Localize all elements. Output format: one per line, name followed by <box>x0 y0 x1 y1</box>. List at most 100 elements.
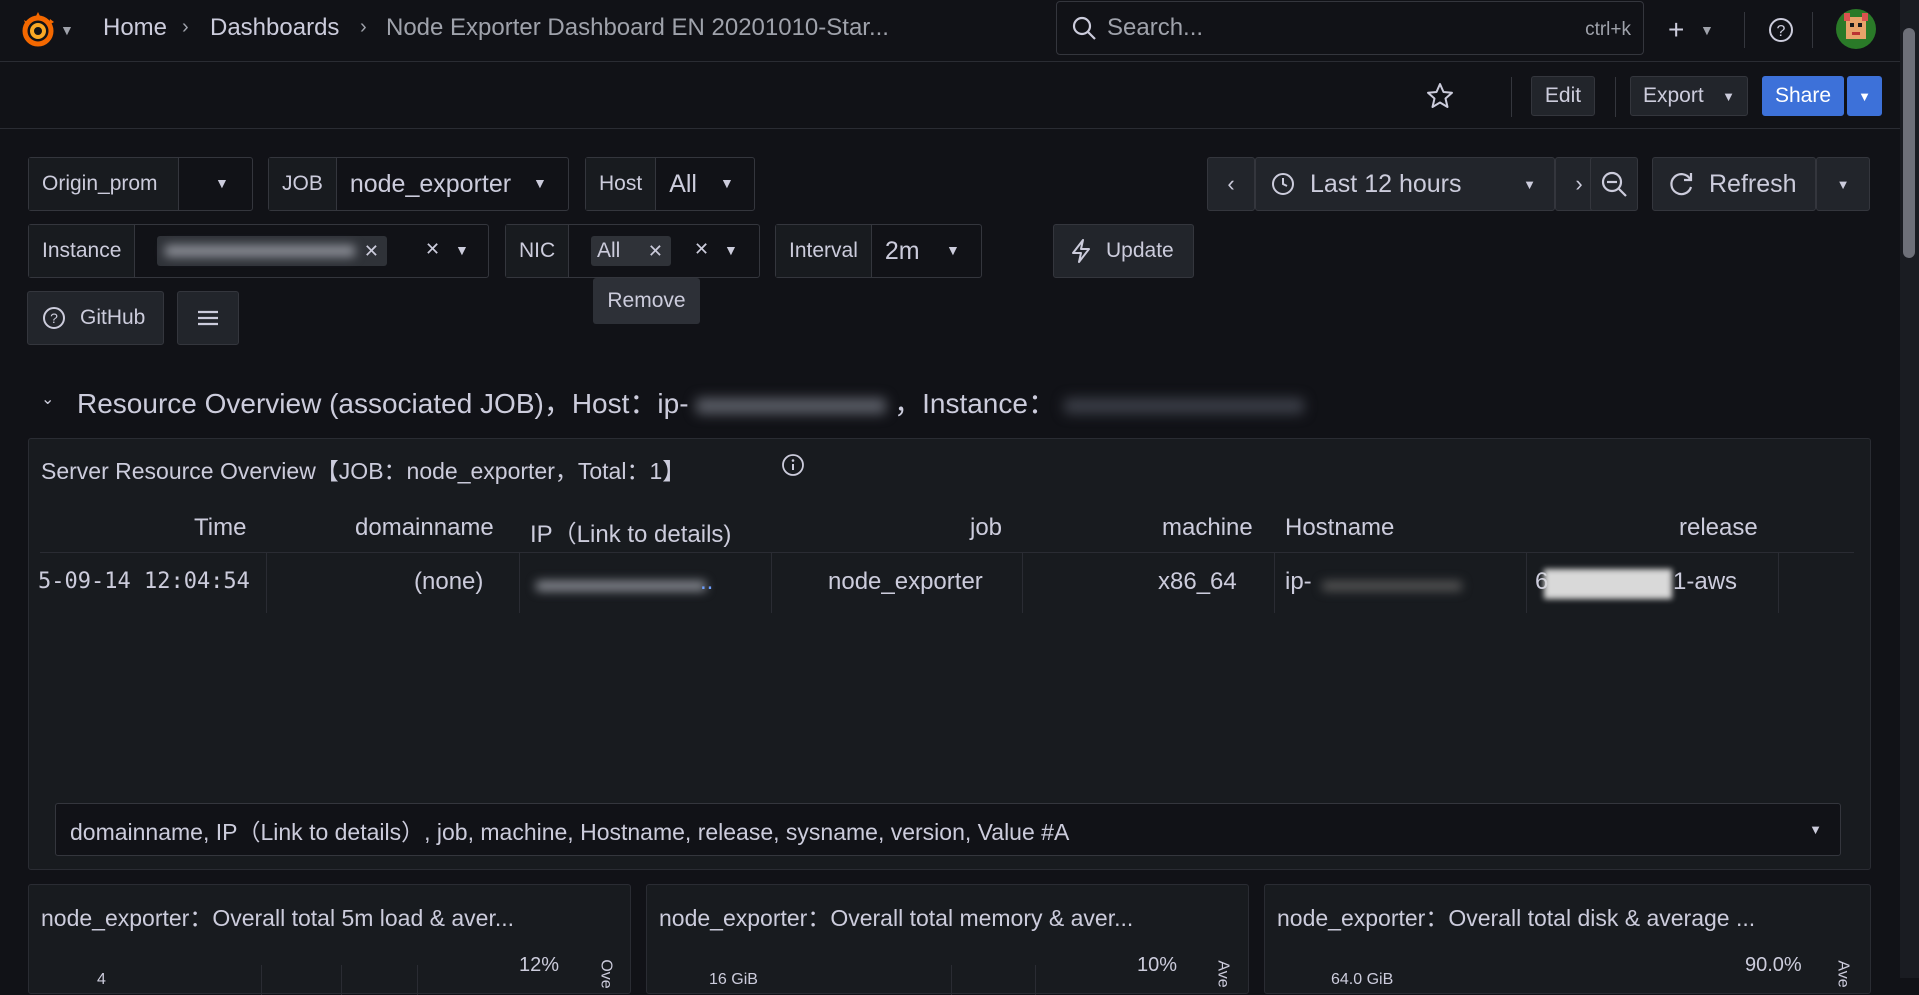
clear-icon[interactable]: ✕ <box>425 239 440 260</box>
search-input[interactable]: Search... ctrl+k <box>1056 1 1644 55</box>
refresh-button[interactable]: Refresh <box>1652 157 1816 211</box>
instance-label: Instance <box>29 225 136 277</box>
help-icon[interactable]: ? <box>1767 16 1795 44</box>
axis-label: Ave <box>1834 960 1852 988</box>
divider <box>266 553 267 613</box>
chevron-down-icon: ▼ <box>720 175 734 191</box>
row-title-instance: ，Instance： <box>894 388 1056 419</box>
job-value: node_exporter <box>349 169 512 198</box>
host-variable[interactable]: Host All ▼ <box>585 157 755 211</box>
axis-tick: 10% <box>1137 954 1178 976</box>
time-back-button[interactable]: ‹ <box>1207 157 1255 211</box>
host-label: Host <box>586 158 657 210</box>
chevron-down-icon: ▼ <box>724 242 738 258</box>
panel-title[interactable]: node_exporter：Overall total disk & avera… <box>1277 899 1755 933</box>
nic-variable[interactable]: NIC All ✕ ✕ ▼ <box>505 224 760 278</box>
job-variable[interactable]: JOB node_exporter ▼ <box>268 157 569 211</box>
axis-tick: 64.0 GiB <box>1331 971 1394 988</box>
interval-variable[interactable]: Interval 2m ▼ <box>775 224 982 278</box>
panel-title[interactable]: node_exporter：Overall total 5m load & av… <box>41 899 514 933</box>
github-label: GitHub <box>80 306 146 329</box>
search-placeholder: Search... <box>1107 14 1204 41</box>
axis-label: Ove <box>597 959 615 989</box>
panel-title[interactable]: node_exporter：Overall total memory & ave… <box>659 899 1133 933</box>
plus-icon[interactable]: + <box>1668 14 1684 46</box>
svg-text:?: ? <box>50 310 58 326</box>
share-button[interactable]: Share <box>1762 76 1844 116</box>
star-icon[interactable] <box>1425 81 1455 111</box>
axis-tick: 16 GiB <box>709 971 758 988</box>
time-range-picker[interactable]: Last 12 hours ▼ <box>1255 157 1555 211</box>
column-header-release[interactable]: release <box>1679 514 1758 542</box>
redacted-ip <box>536 581 706 591</box>
axis-label: Ave <box>1214 960 1232 988</box>
avatar[interactable] <box>1836 9 1876 49</box>
column-header-domainname[interactable]: domainname <box>355 514 494 542</box>
axis-tick: 4 <box>97 971 106 988</box>
column-header-hostname[interactable]: Hostname <box>1285 514 1394 542</box>
breadcrumb-separator-icon: › <box>360 16 367 38</box>
nic-chip: All ✕ <box>591 236 671 266</box>
dashboard-links-menu[interactable] <box>177 291 239 345</box>
redacted-host <box>696 397 887 414</box>
redacted-hostname <box>1322 581 1462 591</box>
datasource-value: Origin_prom <box>29 158 179 210</box>
edit-button[interactable]: Edit <box>1531 76 1595 116</box>
chevron-down-icon: ▼ <box>1809 822 1822 837</box>
chevron-down-icon[interactable]: ▼ <box>60 22 74 38</box>
zoom-out-button[interactable] <box>1590 157 1638 211</box>
instance-chip: ✕ <box>157 236 387 266</box>
scrollbar-thumb[interactable] <box>1903 28 1915 258</box>
search-icon <box>1072 16 1096 40</box>
breadcrumb-dashboards[interactable]: Dashboards <box>210 14 339 42</box>
instance-variable[interactable]: Instance ✕ ✕ ▼ <box>28 224 489 278</box>
refresh-icon <box>1670 173 1693 196</box>
zoom-out-icon <box>1601 171 1627 197</box>
divider <box>1526 553 1527 613</box>
dashboard-toolbar: Edit Export ▼ Share ▼ <box>0 63 1900 129</box>
export-button[interactable]: Export ▼ <box>1630 76 1748 116</box>
divider <box>1778 553 1779 613</box>
redacted-instance <box>165 245 355 257</box>
info-icon[interactable] <box>781 453 805 477</box>
cell-time: 5-09-14 12:04:54 <box>38 569 250 594</box>
chevron-down-icon: ▼ <box>946 242 960 258</box>
help-icon: ? <box>43 307 65 329</box>
grafana-logo-icon[interactable] <box>18 10 58 50</box>
cell-job: node_exporter <box>828 568 983 595</box>
redacted-release <box>1544 569 1672 599</box>
column-header-ip[interactable]: IP（Link to details) <box>530 514 731 549</box>
column-header-machine[interactable]: machine <box>1162 514 1253 542</box>
column-header-job[interactable]: job <box>970 514 1002 542</box>
breadcrumb-current: Node Exporter Dashboard EN 20201010-Star… <box>386 14 889 41</box>
cell-ip-link[interactable]: .. <box>700 568 713 596</box>
clock-icon <box>1272 173 1294 195</box>
chevron-down-icon: ▼ <box>533 175 547 191</box>
menu-icon <box>198 310 218 326</box>
remove-chip-icon[interactable]: ✕ <box>648 241 663 262</box>
divider <box>1511 77 1512 117</box>
clear-icon[interactable]: ✕ <box>694 239 709 260</box>
grid-line <box>341 965 342 995</box>
refresh-interval-picker[interactable]: ▼ <box>1816 157 1870 211</box>
grid-line <box>951 965 952 995</box>
column-header-time[interactable]: Time <box>194 514 246 542</box>
fields-select[interactable]: domainname, IP（Link to details）, job, ma… <box>55 803 1841 856</box>
remove-chip-icon[interactable]: ✕ <box>364 241 379 262</box>
chevron-down-icon[interactable]: ▼ <box>1700 22 1714 38</box>
panel-title[interactable]: Server Resource Overview【JOB：node_export… <box>41 452 685 486</box>
divider <box>1274 553 1275 613</box>
breadcrumb-home[interactable]: Home <box>103 14 167 42</box>
row-title[interactable]: Resource Overview (associated JOB)，Host：… <box>77 382 1304 422</box>
search-shortcut: ctrl+k <box>1585 19 1631 40</box>
datasource-picker[interactable]: Origin_prom ▼ <box>28 157 253 211</box>
collapse-row-icon[interactable]: ⌄ <box>41 389 54 409</box>
github-link-button[interactable]: ? GitHub <box>27 291 164 345</box>
divider <box>1744 12 1745 48</box>
chevron-down-icon: ▼ <box>455 242 469 258</box>
share-menu-button[interactable]: ▼ <box>1847 76 1882 116</box>
remove-tooltip: Remove <box>593 278 700 324</box>
table-header-divider <box>40 552 1854 553</box>
update-button[interactable]: Update <box>1053 224 1194 278</box>
cell-machine: x86_64 <box>1158 568 1237 595</box>
